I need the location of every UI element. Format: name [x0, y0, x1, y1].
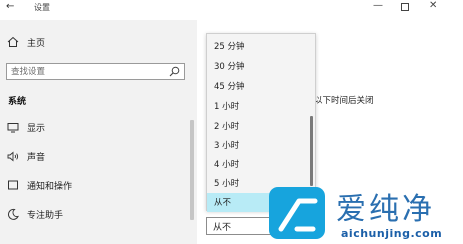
- speaker-icon: [7, 151, 19, 162]
- monitor-icon: [7, 123, 19, 133]
- sidebar-item-label: 声音: [27, 153, 46, 163]
- title-bar: ← 设置 — ✕: [0, 0, 463, 20]
- sidebar-item-notifications[interactable]: 通知和操作: [0, 175, 190, 197]
- option-label: 2 小时: [214, 122, 240, 132]
- window-title: 设置: [34, 3, 50, 12]
- sidebar-item-label: 显示: [27, 124, 46, 134]
- sidebar-item-home[interactable]: 主页: [0, 33, 197, 53]
- dropdown-option[interactable]: 45 分钟: [207, 77, 309, 96]
- home-icon: [7, 36, 19, 47]
- option-label: 4 小时: [214, 160, 240, 170]
- option-label: 45 分钟: [214, 82, 245, 92]
- dropdown-option[interactable]: 2 小时: [207, 117, 309, 136]
- search-box[interactable]: [6, 63, 185, 80]
- brand-name: 爱纯净: [336, 192, 435, 227]
- back-button[interactable]: ←: [6, 1, 14, 12]
- sidebar-item-label: 专注助手: [27, 211, 64, 221]
- sidebar-item-label: 主页: [27, 39, 46, 49]
- brand-url: aichunjing.com: [341, 227, 443, 240]
- option-label: 1 小时: [214, 102, 240, 112]
- sidebar-item-label: 通知和操作: [27, 182, 73, 192]
- option-label: 30 分钟: [214, 62, 245, 72]
- maximize-button[interactable]: [401, 3, 409, 11]
- option-label: 从不: [214, 198, 232, 208]
- dropdown-option[interactable]: 1 小时: [207, 97, 309, 116]
- dropdown-option[interactable]: 3 小时: [207, 136, 309, 155]
- sidebar: 主页 系统 显示 声音 通知和操作 专注助手: [0, 20, 197, 244]
- sidebar-item-sound[interactable]: 声音: [0, 146, 190, 168]
- sidebar-item-focus-assist[interactable]: 专注助手: [0, 204, 190, 226]
- brand-logo: [269, 187, 325, 239]
- dropdown-scrollbar[interactable]: [310, 116, 313, 186]
- sidebar-item-display[interactable]: 显示: [0, 117, 190, 139]
- minimize-button[interactable]: —: [373, 0, 383, 11]
- brand-logo-icon: [278, 198, 318, 232]
- option-label: 25 分钟: [214, 42, 245, 52]
- sidebar-scrollbar[interactable]: [190, 120, 194, 220]
- select-value: 从不: [213, 223, 232, 233]
- dropdown-option[interactable]: 4 小时: [207, 155, 309, 174]
- notification-icon: [8, 180, 18, 190]
- watermark: 爱纯净 aichunjing.com: [266, 183, 463, 244]
- option-label: 5 小时: [214, 179, 240, 189]
- dropdown-option[interactable]: 30 分钟: [207, 57, 309, 76]
- setting-description: 以下时间后关闭: [314, 96, 374, 106]
- option-label: 3 小时: [214, 141, 240, 151]
- search-icon[interactable]: [169, 66, 180, 77]
- dropdown-option[interactable]: 25 分钟: [207, 37, 309, 56]
- close-button[interactable]: ✕: [429, 0, 437, 11]
- section-title: 系统: [8, 97, 27, 107]
- moon-icon: [7, 208, 19, 220]
- search-input[interactable]: [11, 64, 161, 79]
